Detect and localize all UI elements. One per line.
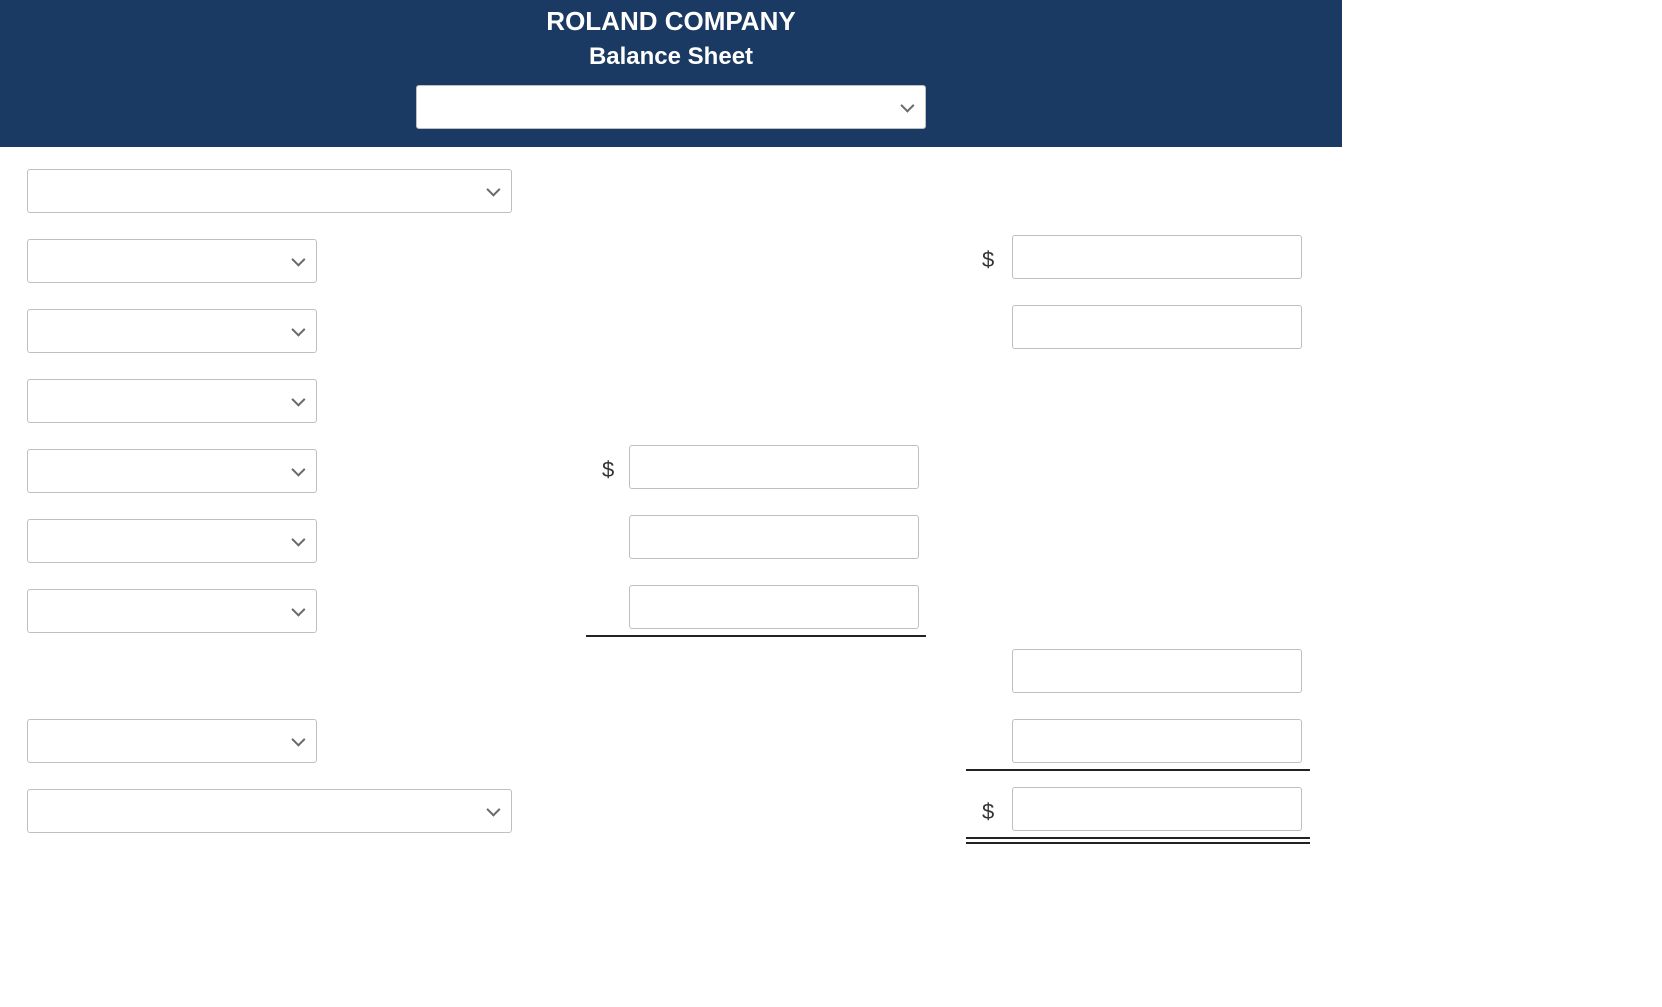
chevron-down-icon	[900, 99, 914, 113]
company-name: ROLAND COMPANY	[0, 0, 1342, 37]
left-section-footer-select[interactable]	[27, 789, 512, 833]
right-subtotal-line	[966, 769, 1310, 771]
left-item-select-1[interactable]	[27, 239, 317, 283]
mid-amount-input-1[interactable]	[629, 445, 919, 489]
mid-subtotal-line	[586, 635, 926, 637]
chevron-down-icon	[486, 183, 500, 197]
chevron-down-icon	[291, 533, 305, 547]
left-item-select-6[interactable]	[27, 589, 317, 633]
chevron-down-icon	[291, 733, 305, 747]
balance-sheet-body: $ $ $	[0, 147, 1342, 1007]
report-title: Balance Sheet	[0, 43, 1342, 71]
dollar-sign: $	[982, 247, 994, 273]
right-amount-input-2[interactable]	[1012, 305, 1302, 349]
right-amount-input-1[interactable]	[1012, 235, 1302, 279]
right-amount-input-4[interactable]	[1012, 719, 1302, 763]
left-section-header-select[interactable]	[27, 169, 512, 213]
left-item-select-3[interactable]	[27, 379, 317, 423]
right-total-double-line	[966, 837, 1310, 839]
left-item-select-4[interactable]	[27, 449, 317, 493]
chevron-down-icon	[486, 803, 500, 817]
right-total-input[interactable]	[1012, 787, 1302, 831]
date-select[interactable]	[416, 85, 926, 129]
header: ROLAND COMPANY Balance Sheet	[0, 0, 1342, 147]
chevron-down-icon	[291, 463, 305, 477]
right-amount-input-3[interactable]	[1012, 649, 1302, 693]
dollar-sign: $	[982, 799, 994, 825]
left-item-select-7[interactable]	[27, 719, 317, 763]
mid-amount-input-2[interactable]	[629, 515, 919, 559]
chevron-down-icon	[291, 253, 305, 267]
mid-amount-input-3[interactable]	[629, 585, 919, 629]
chevron-down-icon	[291, 323, 305, 337]
chevron-down-icon	[291, 393, 305, 407]
dollar-sign: $	[602, 457, 614, 483]
left-item-select-2[interactable]	[27, 309, 317, 353]
left-item-select-5[interactable]	[27, 519, 317, 563]
chevron-down-icon	[291, 603, 305, 617]
